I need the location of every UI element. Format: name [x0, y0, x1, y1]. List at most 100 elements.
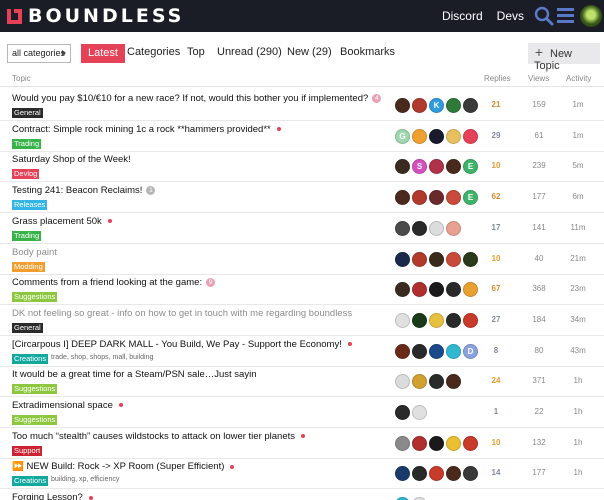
topic-title[interactable]: Saturday Shop of the Week!	[12, 154, 131, 165]
topic-row[interactable]: Contract: Simple rock mining 1c a rock *…	[0, 121, 604, 152]
poster-avatar[interactable]	[446, 128, 461, 144]
poster-avatar[interactable]	[395, 405, 410, 420]
poster-avatar[interactable]	[463, 312, 478, 328]
topic-tags[interactable]: trade, shop, shops, mall, building	[51, 354, 153, 361]
activity-time[interactable]: 6m	[566, 192, 590, 201]
poster-avatar[interactable]	[395, 251, 410, 267]
poster-avatar[interactable]	[395, 98, 410, 113]
topic-title-text[interactable]: [Circarpous I] DEEP DARK MALL - You Buil…	[12, 339, 342, 350]
category-badge[interactable]: Trading	[12, 230, 42, 241]
category-badge[interactable]: Devlog	[12, 169, 40, 180]
topic-title-text[interactable]: Grass placement 50k	[12, 216, 102, 227]
user-avatar[interactable]	[580, 5, 602, 27]
topic-row[interactable]: It would be a great time for a Steam/PSN…	[0, 366, 604, 398]
poster-avatar[interactable]	[395, 159, 410, 175]
topic-title-text[interactable]: Testing 241: Beacon Reclaims!	[12, 185, 142, 196]
poster-avatar[interactable]	[463, 435, 478, 451]
topic-title-text[interactable]: DK not feeling so great - info on how to…	[12, 308, 352, 319]
topic-title[interactable]: Testing 241: Beacon Reclaims! 1	[12, 185, 156, 196]
activity-time[interactable]: 23m	[566, 284, 590, 293]
topic-row[interactable]: DK not feeling so great - info on how to…	[0, 305, 604, 336]
poster-avatar[interactable]	[412, 343, 427, 359]
poster-avatar[interactable]	[446, 312, 461, 328]
topic-title[interactable]: Grass placement 50k	[12, 216, 112, 227]
reply-count-badge[interactable]: 4	[372, 93, 382, 103]
reply-count-badge[interactable]: 9	[206, 278, 216, 288]
topic-row[interactable]: Body paint Modding 10 40 21m	[0, 244, 604, 275]
hamburger-menu-icon[interactable]	[557, 8, 574, 24]
topic-tags[interactable]: building, xp, efficiency	[51, 476, 119, 483]
poster-avatar[interactable]	[429, 282, 444, 298]
poster-avatar[interactable]	[412, 405, 427, 420]
topic-row[interactable]: Would you pay $10/€10 for a new race? If…	[0, 90, 604, 121]
categories-dropdown[interactable]: all categories	[7, 44, 71, 63]
topic-title[interactable]: ⏩ NEW Build: Rock -> XP Room (Super Effi…	[12, 461, 235, 472]
poster-avatar[interactable]	[429, 159, 444, 175]
new-topic-button[interactable]: + New Topic	[528, 43, 600, 72]
topic-title[interactable]: Too much “stealth” causes wildstocks to …	[12, 431, 306, 442]
topic-title[interactable]: Contract: Simple rock mining 1c a rock *…	[12, 124, 281, 135]
tab-bookmarks[interactable]: Bookmarks	[340, 46, 395, 58]
activity-time[interactable]: 11m	[566, 223, 590, 232]
poster-avatar[interactable]	[463, 98, 478, 113]
activity-time[interactable]: 1h	[566, 438, 590, 447]
topic-row[interactable]: Testing 241: Beacon Reclaims! 1 Releases E 6…	[0, 182, 604, 214]
poster-avatar[interactable]	[429, 435, 444, 451]
poster-avatar[interactable]	[412, 312, 427, 328]
poster-avatar[interactable]	[412, 282, 427, 298]
discord-link[interactable]: Discord	[442, 9, 483, 23]
topic-row[interactable]: Saturday Shop of the Week! Devlog S E 10 239 5…	[0, 151, 604, 183]
poster-avatar[interactable]	[429, 251, 444, 267]
poster-avatar[interactable]	[446, 343, 461, 359]
poster-avatar[interactable]	[463, 466, 478, 482]
col-activity[interactable]: Activity	[566, 74, 591, 83]
topic-title[interactable]: Would you pay $10/€10 for a new race? If…	[12, 93, 382, 104]
topic-title[interactable]: Extradimensional space	[12, 400, 123, 411]
poster-avatar[interactable]	[463, 251, 478, 267]
poster-avatar[interactable]: D	[463, 343, 478, 359]
tab-new[interactable]: New (29)	[287, 46, 332, 58]
topic-row[interactable]: Forging Lesson?	[0, 489, 604, 500]
topic-title-text[interactable]: Contract: Simple rock mining 1c a rock *…	[12, 124, 271, 135]
category-badge[interactable]: Modding	[12, 261, 45, 272]
poster-avatar[interactable]	[429, 220, 444, 236]
activity-time[interactable]: 34m	[566, 315, 590, 324]
poster-avatar[interactable]: E	[463, 190, 478, 206]
topic-title-text[interactable]: It would be a great time for a Steam/PSN…	[12, 369, 256, 380]
topic-title[interactable]: Comments from a friend looking at the ga…	[12, 277, 216, 288]
topic-title-text[interactable]: ⏩ NEW Build: Rock -> XP Room (Super Effi…	[12, 461, 224, 472]
topic-title-text[interactable]: Comments from a friend looking at the ga…	[12, 277, 202, 288]
replies-count[interactable]: 10	[483, 161, 509, 170]
replies-count[interactable]: 62	[483, 192, 509, 201]
poster-avatar[interactable]	[429, 312, 444, 328]
poster-avatar[interactable]	[446, 190, 461, 206]
topic-title-text[interactable]: Body paint	[12, 247, 57, 258]
poster-avatar[interactable]	[412, 128, 427, 144]
category-badge[interactable]: Creations	[12, 476, 49, 487]
poster-avatar[interactable]	[412, 466, 427, 482]
category-badge[interactable]: Suggestions	[12, 415, 58, 425]
replies-count[interactable]: 10	[483, 254, 509, 263]
poster-avatar[interactable]	[395, 282, 410, 298]
poster-avatar[interactable]	[412, 435, 427, 451]
category-badge[interactable]: Support	[12, 445, 43, 456]
topic-title[interactable]: Body paint	[12, 247, 57, 258]
poster-avatar[interactable]	[412, 220, 427, 236]
activity-time[interactable]: 1m	[566, 100, 590, 109]
poster-avatar[interactable]	[412, 98, 427, 113]
activity-time[interactable]: 21m	[566, 254, 590, 263]
category-badge[interactable]: Suggestions	[12, 384, 58, 395]
category-badge[interactable]: General	[12, 108, 43, 118]
topic-title-text[interactable]: Extradimensional space	[12, 400, 113, 411]
replies-count[interactable]: 29	[483, 131, 509, 140]
poster-avatar[interactable]	[446, 98, 461, 113]
poster-avatar[interactable]	[429, 190, 444, 206]
replies-count[interactable]: 1	[483, 407, 509, 416]
col-views[interactable]: Views	[528, 74, 549, 83]
poster-avatar[interactable]: E	[463, 159, 478, 175]
poster-avatar[interactable]	[395, 466, 410, 482]
topic-row[interactable]: Comments from a friend looking at the ga…	[0, 274, 604, 306]
replies-count[interactable]: 24	[483, 376, 509, 385]
tab-categories[interactable]: Categories	[127, 46, 180, 58]
activity-time[interactable]: 1m	[566, 131, 590, 140]
